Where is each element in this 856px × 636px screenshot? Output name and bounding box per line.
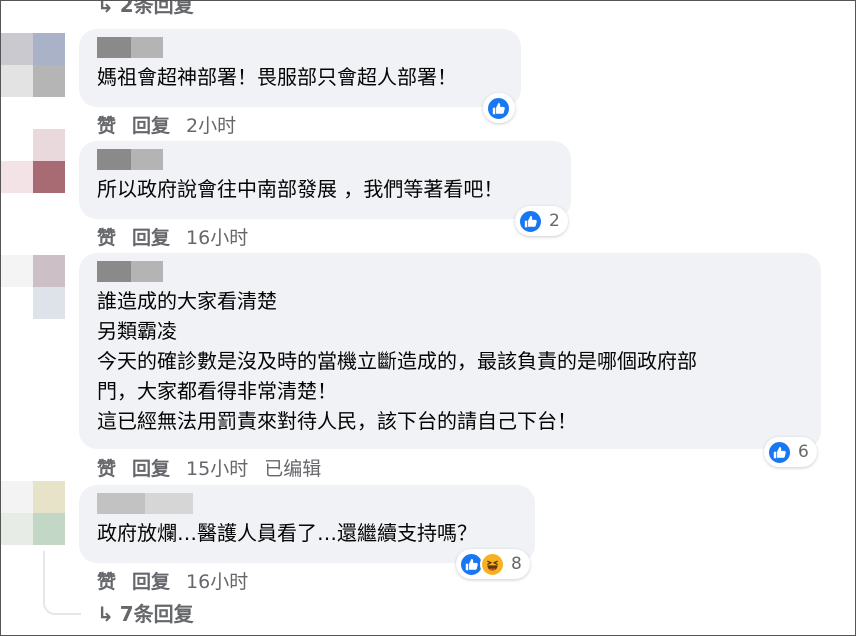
reply-arrow-icon: ↳ — [97, 602, 114, 626]
comment-actions: 赞 回复 15小时 已编辑 — [97, 454, 337, 481]
timestamp[interactable]: 2小时 — [186, 111, 236, 138]
avatar[interactable] — [1, 255, 65, 319]
timestamp[interactable]: 16小时 — [186, 223, 248, 250]
like-icon — [767, 439, 792, 465]
comment-bubble: 所以政府說會往中南部發展 ，我們等著看吧！ — [79, 141, 571, 219]
reaction-summary[interactable] — [483, 93, 515, 123]
comment-text: 所以政府說會往中南部發展 ，我們等著看吧！ — [97, 177, 504, 201]
author-name-blurred[interactable] — [97, 493, 523, 514]
like-icon — [486, 95, 511, 121]
view-more-replies-link[interactable]: ↳ 7条回复 — [97, 598, 194, 627]
reply-arrow-icon: ↳ — [97, 0, 114, 17]
like-button[interactable]: 赞 — [97, 454, 116, 481]
reply-button[interactable]: 回复 — [132, 111, 170, 138]
reaction-count: 8 — [511, 554, 522, 574]
thread-connector — [43, 551, 81, 615]
view-replies-link[interactable]: ↳ 2条回复 — [97, 0, 194, 18]
reaction-count: 6 — [798, 442, 809, 462]
comment-text: 誰造成的大家看清楚 另類霸凌 今天的確診數是沒及時的當機立斷造成的，最該負責的是… — [97, 289, 697, 433]
reply-button[interactable]: 回复 — [132, 223, 170, 250]
avatar[interactable] — [1, 33, 65, 97]
edited-label[interactable]: 已编辑 — [264, 454, 321, 481]
reaction-summary[interactable]: 8 — [456, 549, 530, 579]
like-button[interactable]: 赞 — [97, 567, 116, 594]
reaction-summary[interactable]: 6 — [764, 437, 817, 467]
comments-panel: ↳ 2条回复 媽祖會超神部署！畏服部只會超人部署！ 赞 回复 2小时 所以政府說會… — [0, 0, 856, 636]
like-icon — [518, 208, 543, 234]
timestamp[interactable]: 16小时 — [186, 567, 248, 594]
comment-text: 政府放爛…醫護人員看了…還繼續支持嗎？ — [97, 521, 477, 545]
comment-bubble: 媽祖會超神部署！畏服部只會超人部署！ — [79, 29, 521, 107]
comment-text: 媽祖會超神部署！畏服部只會超人部署！ — [97, 65, 457, 89]
more-replies-label: 7条回复 — [119, 602, 194, 626]
like-button[interactable]: 赞 — [97, 223, 116, 250]
avatar[interactable] — [1, 481, 65, 545]
haha-icon — [480, 551, 505, 577]
replies-label: 2条回复 — [119, 0, 194, 17]
reaction-summary[interactable]: 2 — [515, 206, 568, 236]
like-button[interactable]: 赞 — [97, 111, 116, 138]
author-name-blurred[interactable] — [97, 149, 559, 170]
comment-actions: 赞 回复 16小时 — [97, 567, 264, 594]
timestamp[interactable]: 15小时 — [186, 454, 248, 481]
avatar[interactable] — [1, 129, 65, 193]
comment-actions: 赞 回复 16小时 — [97, 223, 264, 250]
author-name-blurred[interactable] — [97, 37, 509, 58]
author-name-blurred[interactable] — [97, 261, 809, 282]
reply-button[interactable]: 回复 — [132, 567, 170, 594]
comment-actions: 赞 回复 2小时 — [97, 111, 252, 138]
comment-bubble: 誰造成的大家看清楚 另類霸凌 今天的確診數是沒及時的當機立斷造成的，最該負責的是… — [79, 253, 821, 449]
reaction-count: 2 — [549, 211, 560, 231]
reply-button[interactable]: 回复 — [132, 454, 170, 481]
